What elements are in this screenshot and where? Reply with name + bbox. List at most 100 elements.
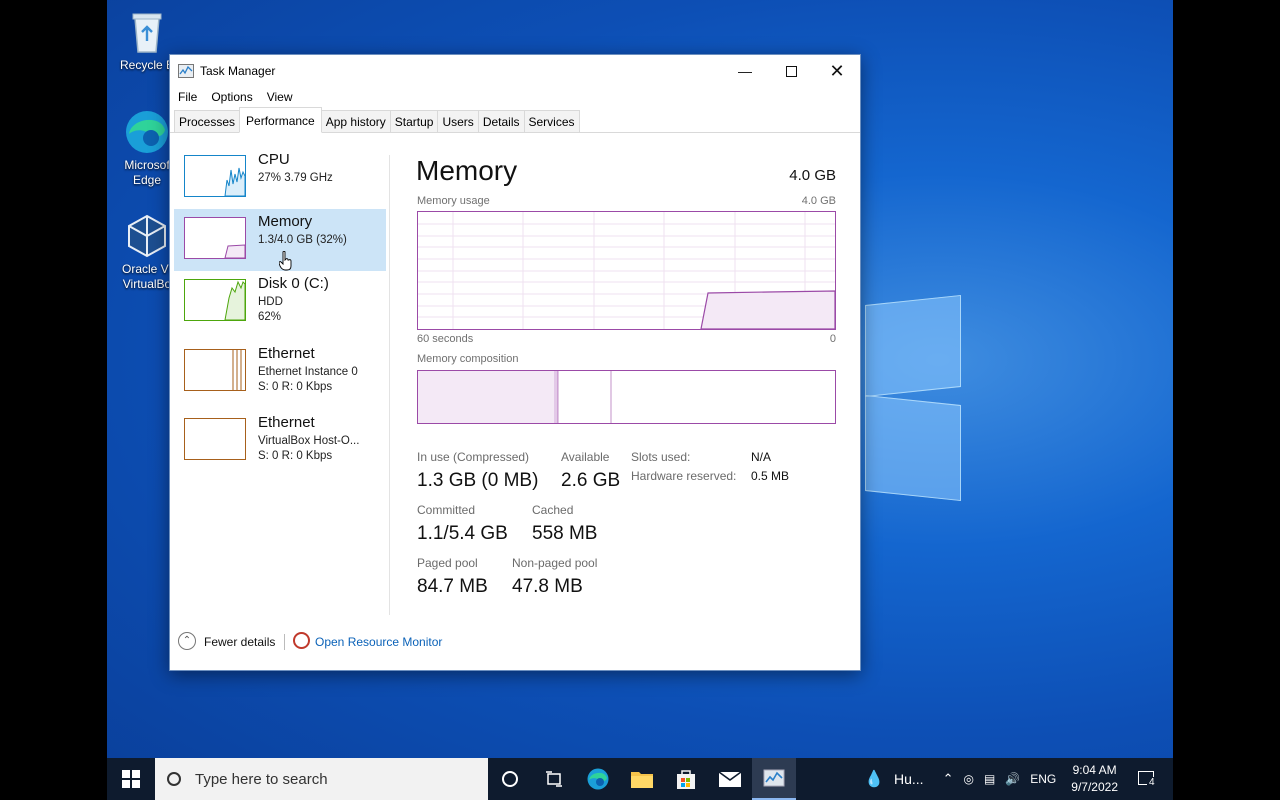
search-icon	[167, 772, 181, 786]
edge-icon	[123, 108, 171, 156]
committed-label: Committed	[417, 503, 476, 517]
close-button[interactable]: ✕	[814, 55, 860, 87]
cpu-thumbnail-graph	[184, 155, 246, 197]
search-placeholder: Type here to search	[195, 770, 328, 788]
taskbar-store[interactable]	[664, 758, 708, 800]
tab-strip: Processes Performance App history Startu…	[170, 107, 860, 133]
language-indicator[interactable]: ENG	[1030, 772, 1056, 786]
menu-file[interactable]: File	[178, 90, 197, 104]
tab-services[interactable]: Services	[523, 110, 580, 132]
desktop-icon-label: Oracle VI VirtualBo	[121, 262, 172, 291]
clock[interactable]: 9:04 AM 9/7/2022	[1071, 762, 1118, 796]
cached-label: Cached	[532, 503, 574, 517]
sidebar-item-detail: 27% 3.79 GHz	[258, 172, 333, 184]
task-view-button[interactable]	[532, 758, 576, 800]
in-use-label: In use (Compressed)	[417, 450, 530, 464]
sidebar-item-detail-2: S: 0 R: 0 Kbps	[258, 450, 333, 462]
desktop-icon-label: Microsof Edge	[124, 158, 170, 187]
task-view-icon	[546, 771, 562, 787]
windows-logo-wallpaper	[865, 294, 965, 502]
notification-center-button[interactable]: 4	[1133, 770, 1159, 788]
footer-separator	[284, 634, 285, 650]
start-button[interactable]	[107, 758, 155, 800]
tab-details[interactable]: Details	[477, 110, 525, 132]
fewer-details-button[interactable]: Fewer details	[204, 635, 275, 649]
sidebar-item-ethernet-1[interactable]: Ethernet Ethernet Instance 0 S: 0 R: 0 K…	[174, 341, 386, 403]
memory-composition-bar[interactable]	[417, 370, 836, 424]
recycle-bin-icon	[123, 8, 171, 56]
composition-modified	[554, 371, 558, 423]
available-value: 2.6 GB	[561, 470, 621, 491]
minimize-button[interactable]: —	[722, 55, 768, 87]
mail-icon	[718, 771, 742, 787]
open-resource-monitor-link[interactable]: Open Resource Monitor	[315, 635, 442, 649]
folder-icon	[631, 772, 653, 788]
tab-startup[interactable]: Startup	[389, 110, 439, 132]
sidebar-item-label: Disk 0 (C:)	[258, 275, 329, 292]
chevron-up-icon[interactable]: ⌃	[178, 632, 196, 650]
volume-icon[interactable]: 🔊	[1005, 772, 1020, 786]
edge-icon	[587, 768, 609, 790]
memory-usage-graph	[417, 211, 836, 330]
taskbar-task-manager[interactable]	[752, 758, 796, 800]
notification-count-badge: 4	[1147, 776, 1157, 788]
tab-users[interactable]: Users	[437, 110, 479, 132]
sidebar-item-detail: 1.3/4.0 GB (32%)	[258, 234, 347, 246]
taskbar-file-explorer[interactable]	[620, 758, 664, 800]
disk-thumbnail-graph	[184, 279, 246, 321]
committed-value: 1.1/5.4 GB	[417, 523, 508, 544]
show-hidden-icons-chevron-icon[interactable]: ⌃	[943, 771, 954, 787]
cortana-icon	[502, 771, 518, 787]
maximize-button[interactable]	[768, 55, 814, 87]
usage-graph-label: Memory usage	[417, 195, 490, 207]
task-manager-icon	[763, 769, 785, 787]
sidebar-item-detail: Ethernet Instance 0	[258, 366, 358, 378]
close-icon: ✕	[829, 60, 845, 81]
meet-now-icon[interactable]: ◎	[963, 772, 973, 786]
ethernet-thumbnail-graph	[184, 418, 246, 460]
weather-text[interactable]: Hu...	[894, 771, 924, 787]
memory-thumbnail-graph	[184, 217, 246, 259]
ethernet-thumbnail-graph	[184, 349, 246, 391]
menu-bar: File Options View	[170, 87, 860, 107]
panel-divider[interactable]	[389, 155, 390, 615]
taskbar-search-box[interactable]: Type here to search	[155, 758, 488, 800]
composition-in-use	[418, 371, 554, 423]
memory-usage-area	[700, 290, 836, 330]
virtualbox-icon	[123, 212, 171, 260]
in-use-value: 1.3 GB (0 MB)	[417, 470, 539, 491]
hardware-reserved-label: Hardware reserved:	[631, 469, 737, 483]
menu-options[interactable]: Options	[211, 90, 252, 104]
paged-pool-value: 84.7 MB	[417, 576, 488, 597]
time-axis-right: 0	[829, 333, 836, 345]
taskbar-mail[interactable]	[708, 758, 752, 800]
available-label: Available	[561, 450, 610, 464]
sidebar-item-label: CPU	[258, 151, 290, 168]
network-icon[interactable]: ▤	[984, 772, 995, 786]
tab-performance[interactable]: Performance	[239, 107, 322, 133]
time-axis-left: 60 seconds	[417, 333, 474, 345]
sidebar-item-disk[interactable]: Disk 0 (C:) HDD 62%	[174, 271, 386, 333]
tab-processes[interactable]: Processes	[174, 110, 241, 132]
sidebar-item-label: Ethernet	[258, 414, 315, 431]
title-bar[interactable]: Task Manager — ✕	[170, 55, 860, 87]
menu-view[interactable]: View	[267, 90, 293, 104]
weather-icon[interactable]: 💧	[864, 769, 884, 789]
cortana-button[interactable]	[488, 758, 532, 800]
sidebar-item-label: Ethernet	[258, 345, 315, 362]
cached-value: 558 MB	[532, 523, 598, 544]
taskbar-edge[interactable]	[576, 758, 620, 800]
page-title: Memory	[416, 155, 518, 186]
sidebar-item-cpu[interactable]: CPU 27% 3.79 GHz	[174, 147, 386, 209]
sidebar-item-ethernet-2[interactable]: Ethernet VirtualBox Host-O... S: 0 R: 0 …	[174, 410, 386, 472]
sidebar-item-detail-2: 62%	[258, 311, 282, 323]
usage-graph-max: 4.0 GB	[801, 195, 836, 207]
hand-cursor-icon	[279, 251, 292, 271]
sidebar-item-detail: HDD	[258, 296, 283, 308]
paged-pool-label: Paged pool	[417, 556, 478, 570]
slots-used-label: Slots used:	[631, 450, 691, 464]
memory-usage-graph-svg	[418, 212, 836, 330]
resource-monitor-icon	[293, 632, 310, 649]
tab-app-history[interactable]: App history	[320, 110, 391, 132]
non-paged-pool-label: Non-paged pool	[512, 556, 598, 570]
